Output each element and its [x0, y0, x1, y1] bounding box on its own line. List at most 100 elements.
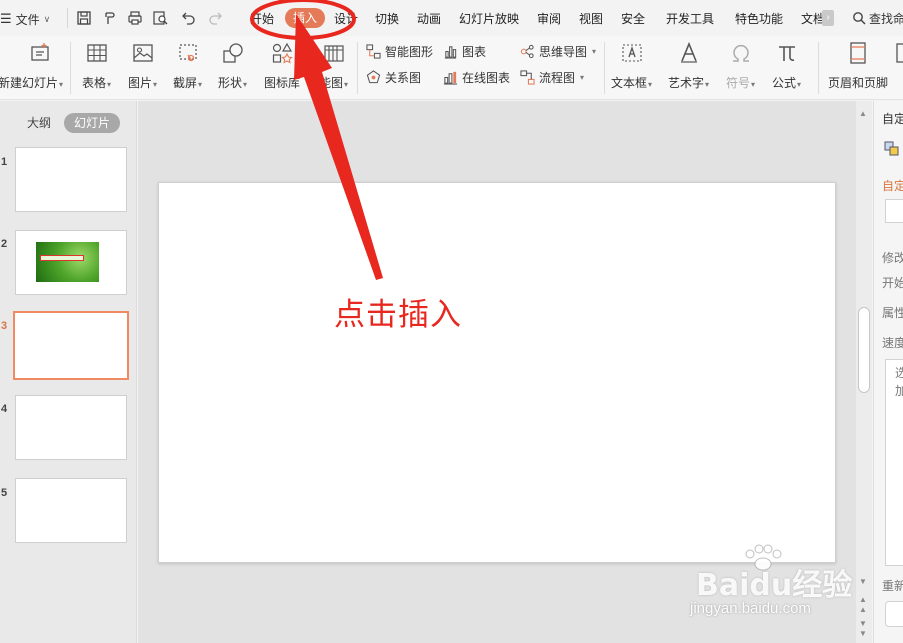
online-chart-icon [443, 71, 458, 85]
chart-button[interactable]: 图表 [443, 42, 486, 60]
slide-thumbnail-1[interactable] [15, 147, 127, 212]
reorder-button[interactable] [885, 601, 903, 627]
shape-label: 形状 [218, 76, 243, 90]
vertical-scrollbar[interactable]: ▲ ▼ ▲ ▲ ▼ ▼ [856, 101, 872, 643]
annotation-label: 点击插入 [334, 297, 462, 333]
menu-bar: ☰ 文件 ∨ 开始 插入 设计 切换 动画 幻灯片放映 审阅 视图 安全 开发工… [0, 0, 903, 36]
wordart-button[interactable]: 艺术字▾ [668, 40, 709, 91]
symbol-label: 符号 [726, 76, 751, 90]
previous-slide-icon[interactable]: ▲ [859, 595, 867, 604]
search-command-label: 查找命 [869, 11, 903, 26]
icon-library-label: 图标库 [264, 76, 301, 90]
header-footer-button[interactable]: 页眉和页脚 [828, 40, 888, 91]
slide-picture-caption-bar [40, 255, 84, 261]
scroll-up-icon[interactable]: ▲ [859, 109, 867, 118]
slide-editing-area [138, 101, 856, 643]
smart-art-icon [321, 40, 347, 66]
print-icon[interactable] [126, 9, 144, 27]
smartart-label: 智能图形 [385, 44, 434, 59]
smartart-button[interactable]: 智能图形 [366, 42, 433, 60]
picture-button[interactable]: 图片▾ [128, 40, 157, 91]
search-command[interactable]: 查找命 [852, 9, 903, 27]
textbox-label: 文本框 [611, 76, 648, 90]
add-effect-button[interactable] [885, 199, 903, 223]
next-slide-icon[interactable]: ▼ [859, 619, 867, 628]
screenshot-button[interactable]: 截屏▾ [173, 40, 202, 91]
save-icon[interactable] [75, 9, 93, 27]
chevron-down-icon: ∨ [43, 13, 51, 24]
tab-insert[interactable]: 插入 [285, 8, 326, 28]
table-button[interactable]: 表格▾ [82, 40, 111, 91]
divider [70, 42, 71, 94]
wps-presentation-window: ☰ 文件 ∨ 开始 插入 设计 切换 动画 幻灯片放映 审阅 视图 安全 开发工… [0, 0, 903, 643]
animation-list[interactable]: 选 加 [885, 359, 903, 566]
tab-slides[interactable]: 幻灯片 [64, 113, 121, 133]
next-slide-icon[interactable]: ▼ [859, 629, 867, 638]
scroll-down-icon[interactable]: ▼ [859, 577, 867, 586]
smart-label: 能图 [319, 76, 344, 90]
next-ribbon-button[interactable] [893, 40, 903, 66]
slide-thumbnail-3[interactable] [13, 311, 129, 380]
selection-pane-icon[interactable] [884, 141, 900, 157]
textbox-button[interactable]: 文本框▾ [611, 40, 652, 91]
property-label: 属性 [882, 306, 903, 320]
slide-thumbnail-pane: 大纲 幻灯片 1 2 3 4 5 [0, 101, 137, 643]
divider [818, 42, 819, 94]
current-slide[interactable] [158, 182, 836, 563]
chart-label: 图表 [462, 44, 487, 59]
format-painter-icon[interactable] [101, 9, 119, 27]
tab-developer[interactable]: 开发工具 [666, 11, 714, 27]
symbol-button[interactable]: 符号▾ [726, 40, 755, 91]
tab-design[interactable]: 设计 [334, 11, 358, 27]
redo-icon[interactable] [207, 9, 225, 27]
tab-home[interactable]: 开始 [250, 11, 274, 27]
custom-animation-pane: 自定 自定 修改 开始 属性 速度 选 加 重新 [873, 101, 903, 643]
smart-button[interactable]: 能图▾ [319, 40, 348, 91]
flowchart-button[interactable]: 流程图 ▾ [520, 68, 584, 86]
more-tabs-button[interactable]: › [822, 10, 834, 26]
icon-library-button[interactable]: 图标库 [264, 40, 300, 91]
tab-document[interactable]: 文档 [801, 11, 823, 27]
slide-thumbnail-5[interactable] [15, 478, 127, 543]
table-icon [84, 40, 110, 66]
header-footer-icon [845, 40, 871, 66]
scrollbar-thumb[interactable] [858, 307, 870, 393]
slide-thumbnail-2[interactable] [15, 230, 127, 295]
tab-transitions[interactable]: 切换 [375, 11, 399, 27]
icon-library-icon [269, 40, 295, 66]
tab-special-features[interactable]: 特色功能 [735, 11, 783, 27]
previous-slide-icon[interactable]: ▲ [859, 605, 867, 614]
slide-number: 4 [1, 403, 8, 415]
omega-icon [728, 40, 754, 66]
print-preview-icon[interactable] [151, 9, 169, 27]
mind-map-label: 思维导图 [539, 44, 588, 59]
relation-chart-button[interactable]: 关系图 [366, 68, 421, 86]
smartart-icon [366, 43, 381, 59]
wordart-label: 艺术字 [668, 76, 705, 90]
search-icon [853, 12, 866, 25]
insert-ribbon: 新建幻灯片▾ 表格▾ 图片▾ 截屏▾ 形状▾ 图标库 能图▾ 智能图形 关系图 … [0, 36, 903, 100]
undo-icon[interactable] [176, 9, 200, 27]
file-menu[interactable]: ☰ 文件 ∨ [0, 10, 50, 28]
tab-security[interactable]: 安全 [621, 11, 645, 27]
textbox-icon [619, 40, 645, 66]
shape-button[interactable]: 形状▾ [218, 40, 247, 91]
mind-map-button[interactable]: 思维导图 ▾ [520, 42, 596, 60]
online-chart-button[interactable]: 在线图表 [443, 68, 510, 86]
formula-button[interactable]: 公式▾ [772, 40, 801, 91]
tab-review[interactable]: 审阅 [537, 11, 561, 27]
reorder-label: 重新 [882, 579, 903, 593]
mind-map-icon [520, 44, 534, 58]
new-slide-button[interactable]: 新建幻灯片▾ [0, 40, 63, 91]
animation-list-line: 加 [895, 382, 903, 399]
tab-slideshow[interactable]: 幻灯片放映 [459, 11, 519, 27]
slide-number: 1 [1, 156, 8, 168]
tab-outline[interactable]: 大纲 [27, 113, 51, 133]
divider [357, 42, 358, 94]
tab-view[interactable]: 视图 [579, 11, 603, 27]
slide-thumbnail-4[interactable] [15, 395, 127, 460]
tab-animation[interactable]: 动画 [417, 11, 441, 27]
divider [67, 8, 68, 28]
slide-picture [36, 242, 99, 282]
relation-chart-icon [366, 69, 381, 83]
